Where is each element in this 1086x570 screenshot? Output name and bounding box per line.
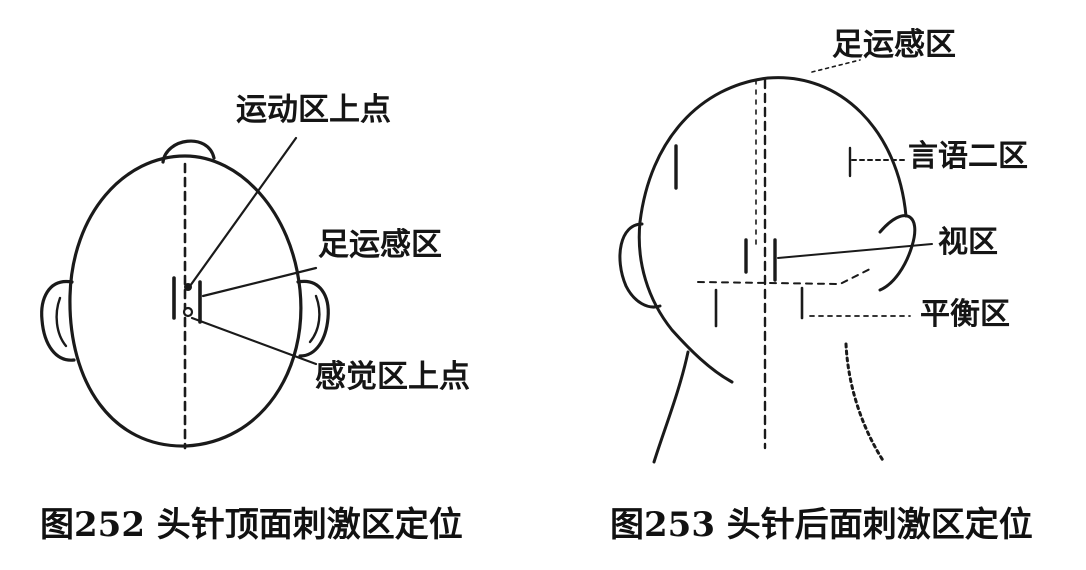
diagram-canvas: 运动区上点 足运感区 感觉区上点 图252 头针顶面刺激区定位 足运感区 言语二…	[0, 0, 1086, 570]
back-right-ear-outline	[878, 214, 917, 292]
skull-back-outline	[638, 76, 908, 224]
neck-right-line	[844, 342, 886, 464]
head-back-view-illustration	[618, 59, 933, 464]
label-foot-motor-sensory-right: 足运感区	[832, 27, 956, 63]
label-speech-two: 言语二区	[908, 139, 1028, 174]
neck-left-line	[652, 350, 690, 464]
label-vision: 视区	[938, 225, 998, 260]
label-balance: 平衡区	[920, 297, 1010, 332]
caption-figure-253: 图253 头针后面刺激区定位	[610, 505, 1033, 545]
